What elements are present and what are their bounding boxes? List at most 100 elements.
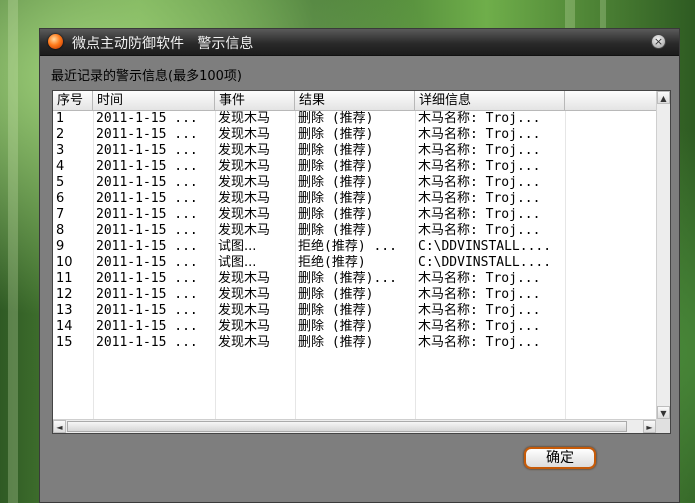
row-time-cell: 2011-1-15 ...: [96, 255, 198, 270]
row-event-cell: 发现木马: [218, 175, 271, 190]
row-time-cell: 2011-1-15 ...: [96, 111, 198, 126]
table-row[interactable]: 11 2011-1-15 ... 发现木马 删除 (推荐)... 木马名称: Troj.…: [53, 271, 657, 287]
table-row[interactable]: 2 2011-1-15 ... 发现木马 删除 (推荐) 木马名称: Troj...: [53, 127, 657, 143]
row-details-cell: 木马名称: Troj...: [418, 207, 541, 222]
table-row[interactable]: 12 2011-1-15 ... 发现木马 删除 (推荐) 木马名称: Troj...: [53, 287, 657, 303]
row-index-cell: 9: [56, 239, 65, 254]
row-details-cell: 木马名称: Troj...: [418, 303, 541, 318]
table-row[interactable]: 8 2011-1-15 ... 发现木马 删除 (推荐) 木马名称: Troj...: [53, 223, 657, 239]
row-event-cell: 发现木马: [218, 319, 271, 334]
window-title: 微点主动防御软件 警示信息: [72, 36, 254, 52]
alert-window: 微点主动防御软件 警示信息 × 最近记录的警示信息(最多100项) 序号 时间 …: [39, 28, 680, 503]
column-header-details[interactable]: 详细信息: [415, 91, 565, 110]
row-details-cell: 木马名称: Troj...: [418, 175, 541, 190]
row-event-cell: 发现木马: [218, 191, 271, 206]
row-details-cell: 木马名称: Troj...: [418, 143, 541, 158]
row-event-cell: 发现木马: [218, 127, 271, 142]
row-time-cell: 2011-1-15 ...: [96, 239, 198, 254]
row-index-cell: 10: [56, 255, 73, 270]
row-details-cell: 木马名称: Troj...: [418, 335, 541, 350]
row-index-cell: 5: [56, 175, 65, 190]
row-index-cell: 13: [56, 303, 73, 318]
row-event-cell: 发现木马: [218, 159, 271, 174]
table-row[interactable]: 14 2011-1-15 ... 发现木马 删除 (推荐) 木马名称: Troj...: [53, 319, 657, 335]
row-details-cell: 木马名称: Troj...: [418, 319, 541, 334]
row-time-cell: 2011-1-15 ...: [96, 159, 198, 174]
row-time-cell: 2011-1-15 ...: [96, 127, 198, 142]
scrollbar-corner: [656, 419, 670, 433]
horizontal-scroll-thumb[interactable]: [67, 421, 627, 432]
row-event-cell: 发现木马: [218, 223, 271, 238]
row-index-cell: 12: [56, 287, 73, 302]
row-result-cell: 拒绝(推荐) ...: [298, 239, 397, 254]
row-result-cell: 删除 (推荐): [298, 223, 374, 238]
row-index-cell: 7: [56, 207, 65, 222]
close-icon[interactable]: ×: [651, 34, 666, 49]
row-details-cell: C:\DDVINSTALL....: [418, 255, 552, 270]
table-row[interactable]: 6 2011-1-15 ... 发现木马 删除 (推荐) 木马名称: Troj...: [53, 191, 657, 207]
table-row[interactable]: 1 2011-1-15 ... 发现木马 删除 (推荐) 木马名称: Troj...: [53, 111, 657, 127]
row-details-cell: 木马名称: Troj...: [418, 287, 541, 302]
row-result-cell: 删除 (推荐): [298, 111, 374, 126]
app-logo-icon: [48, 34, 63, 49]
row-event-cell: 发现木马: [218, 271, 271, 286]
row-time-cell: 2011-1-15 ...: [96, 303, 198, 318]
row-index-cell: 3: [56, 143, 65, 158]
title-bar[interactable]: 微点主动防御软件 警示信息 ×: [40, 29, 679, 56]
table-row[interactable]: 7 2011-1-15 ... 发现木马 删除 (推荐) 木马名称: Troj...: [53, 207, 657, 223]
scroll-up-icon[interactable]: ▲: [657, 91, 670, 104]
ok-button[interactable]: 确定: [524, 447, 596, 469]
table-row[interactable]: 10 2011-1-15 ... 试图... 拒绝(推荐) C:\DDVINSTALL.…: [53, 255, 657, 271]
alert-list[interactable]: 序号 时间 事件 结果 详细信息 1 2011-1-15 ... 发现木马 删除 (推…: [52, 90, 671, 434]
table-row[interactable]: 5 2011-1-15 ... 发现木马 删除 (推荐) 木马名称: Troj...: [53, 175, 657, 191]
row-result-cell: 拒绝(推荐): [298, 255, 366, 270]
row-result-cell: 删除 (推荐): [298, 319, 374, 334]
table-row[interactable]: 13 2011-1-15 ... 发现木马 删除 (推荐) 木马名称: Troj...: [53, 303, 657, 319]
scroll-down-icon[interactable]: ▼: [657, 406, 670, 419]
row-result-cell: 删除 (推荐): [298, 191, 374, 206]
list-header: 序号 时间 事件 结果 详细信息: [53, 91, 657, 111]
table-row[interactable]: 15 2011-1-15 ... 发现木马 删除 (推荐) 木马名称: Troj...: [53, 335, 657, 351]
row-index-cell: 6: [56, 191, 65, 206]
table-row[interactable]: 3 2011-1-15 ... 发现木马 删除 (推荐) 木马名称: Troj...: [53, 143, 657, 159]
column-header-event[interactable]: 事件: [215, 91, 295, 110]
row-event-cell: 发现木马: [218, 143, 271, 158]
row-event-cell: 发现木马: [218, 287, 271, 302]
row-result-cell: 删除 (推荐)...: [298, 271, 397, 286]
row-index-cell: 15: [56, 335, 73, 350]
row-result-cell: 删除 (推荐): [298, 143, 374, 158]
row-index-cell: 8: [56, 223, 65, 238]
row-index-cell: 14: [56, 319, 73, 334]
row-event-cell: 试图...: [218, 239, 257, 254]
horizontal-scrollbar[interactable]: ◄ ►: [53, 419, 656, 433]
row-time-cell: 2011-1-15 ...: [96, 319, 198, 334]
row-details-cell: 木马名称: Troj...: [418, 127, 541, 142]
row-details-cell: 木马名称: Troj...: [418, 271, 541, 286]
table-row[interactable]: 4 2011-1-15 ... 发现木马 删除 (推荐) 木马名称: Troj...: [53, 159, 657, 175]
row-time-cell: 2011-1-15 ...: [96, 191, 198, 206]
row-result-cell: 删除 (推荐): [298, 207, 374, 222]
column-header-time[interactable]: 时间: [93, 91, 215, 110]
row-result-cell: 删除 (推荐): [298, 159, 374, 174]
column-header-result[interactable]: 结果: [295, 91, 415, 110]
row-result-cell: 删除 (推荐): [298, 175, 374, 190]
row-event-cell: 试图...: [218, 255, 257, 270]
row-index-cell: 1: [56, 111, 65, 126]
row-details-cell: C:\DDVINSTALL....: [418, 239, 552, 254]
table-row[interactable]: 9 2011-1-15 ... 试图... 拒绝(推荐) ... C:\DDVINSTA…: [53, 239, 657, 255]
row-index-cell: 11: [56, 271, 73, 286]
scroll-right-icon[interactable]: ►: [643, 420, 656, 433]
vertical-scrollbar[interactable]: ▲ ▼: [656, 91, 670, 419]
row-time-cell: 2011-1-15 ...: [96, 175, 198, 190]
row-time-cell: 2011-1-15 ...: [96, 223, 198, 238]
column-header-index[interactable]: 序号: [53, 91, 93, 110]
row-time-cell: 2011-1-15 ...: [96, 143, 198, 158]
row-result-cell: 删除 (推荐): [298, 335, 374, 350]
row-result-cell: 删除 (推荐): [298, 127, 374, 142]
row-index-cell: 4: [56, 159, 65, 174]
row-event-cell: 发现木马: [218, 303, 271, 318]
row-time-cell: 2011-1-15 ...: [96, 271, 198, 286]
row-index-cell: 2: [56, 127, 65, 142]
scroll-left-icon[interactable]: ◄: [53, 420, 66, 433]
list-body: 1 2011-1-15 ... 发现木马 删除 (推荐) 木马名称: Troj... 2 2…: [53, 111, 657, 351]
